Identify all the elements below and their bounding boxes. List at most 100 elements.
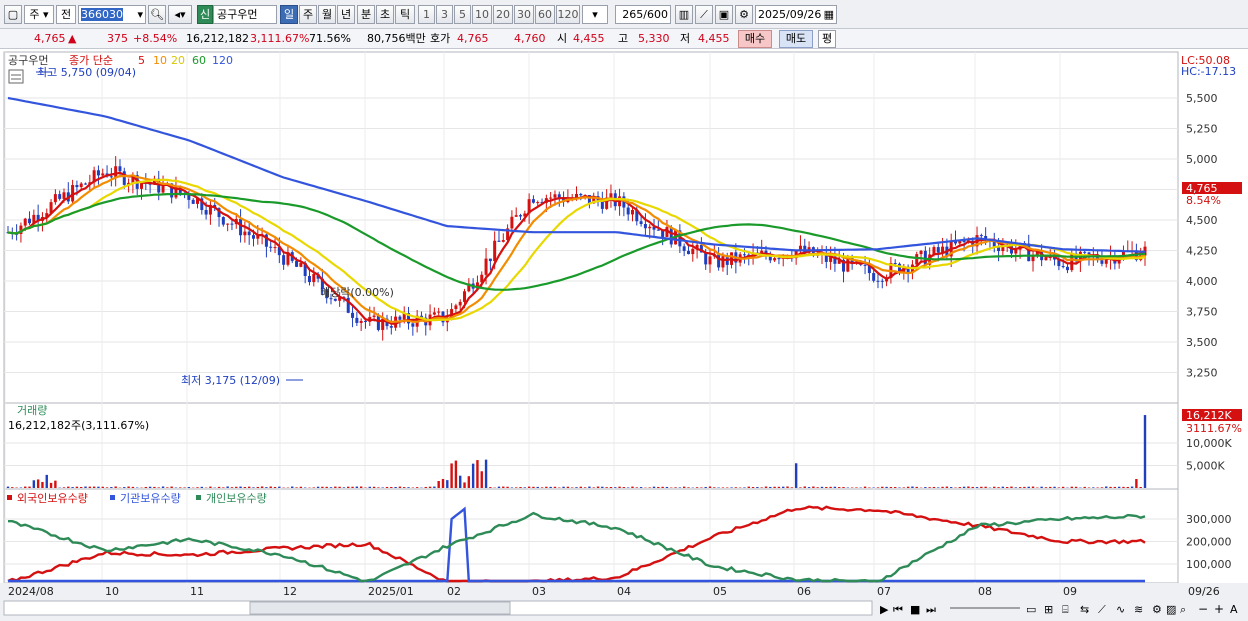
trend-icon[interactable]: ⟋ <box>695 5 713 24</box>
search-icon[interactable]: 🔍︎ <box>148 5 166 24</box>
period-select[interactable]: 주 ▾ <box>24 5 54 24</box>
candle-body <box>58 194 62 199</box>
volume-bar <box>131 486 135 488</box>
volume-bar <box>480 471 483 488</box>
candle-body <box>79 183 83 188</box>
volume-bar <box>695 487 699 488</box>
stop-icon[interactable]: ■ <box>910 603 920 616</box>
volume-bar <box>984 486 987 488</box>
interval-20[interactable]: 20 <box>493 5 513 24</box>
amount-value: 80,756백만 <box>367 32 426 45</box>
line-icon[interactable]: ∿ <box>1116 603 1125 616</box>
forward-icon[interactable]: ⏭ <box>926 603 936 616</box>
volume-bar <box>217 486 221 488</box>
volume-bar <box>760 487 763 488</box>
x-tick: 02 <box>447 585 461 598</box>
candle-body <box>389 326 393 328</box>
candle-body <box>1061 266 1065 268</box>
interval-dropdown[interactable]: ▾ <box>582 5 608 24</box>
tab-tick[interactable]: 틱 <box>395 5 415 24</box>
scrollbar-thumb[interactable] <box>249 601 511 615</box>
volume-bar <box>97 486 100 488</box>
volume-bar <box>230 487 234 488</box>
volume-bar <box>291 486 294 488</box>
tab-second[interactable]: 초 <box>376 5 394 24</box>
volume-bar <box>398 486 402 488</box>
volume-bar <box>105 487 109 488</box>
high-value: 5,330 <box>638 32 670 45</box>
stock-chart[interactable]: 5,5005,2505,0004,7504,5004,2504,0003,750… <box>0 50 1248 621</box>
interval-3[interactable]: 3 <box>436 5 453 24</box>
zoom-out-icon[interactable]: − <box>1198 602 1208 616</box>
volume-bar <box>377 487 380 488</box>
x-tick: 11 <box>190 585 204 598</box>
speaker-icon[interactable]: ◂▾ <box>168 5 192 24</box>
tab-minute[interactable]: 분 <box>357 5 375 24</box>
volume-last-pct: 3111.67% <box>1186 422 1242 435</box>
compare-icon[interactable]: ⇆ <box>1080 603 1089 616</box>
settings-icon[interactable]: ⚙ <box>1152 603 1162 616</box>
volume-bar <box>260 486 264 488</box>
table-icon[interactable] <box>8 69 24 84</box>
fib-icon[interactable]: ≋ <box>1134 603 1143 616</box>
bid-price: 4,760 <box>514 32 546 45</box>
shapes-icon[interactable]: ▭ <box>1026 603 1036 616</box>
volume-last-text: 16,212K <box>1186 409 1232 422</box>
volume-bar <box>876 487 880 488</box>
volume-bar <box>1031 486 1035 488</box>
auto-icon[interactable]: A <box>1230 603 1238 616</box>
volume-bar <box>484 459 488 488</box>
interval-60[interactable]: 60 <box>535 5 555 24</box>
interval-5[interactable]: 5 <box>454 5 471 24</box>
volume-bar <box>803 486 806 488</box>
volume-bar <box>226 486 229 488</box>
average-button[interactable]: 평 <box>818 30 836 48</box>
save-icon[interactable]: ▣ <box>715 5 733 24</box>
volume-bar <box>510 487 514 488</box>
zoom-in-icon[interactable]: + <box>1214 602 1224 616</box>
candle-body <box>691 248 695 255</box>
date-field[interactable]: 2025/09/26 ▦ <box>755 5 837 24</box>
interval-30[interactable]: 30 <box>514 5 534 24</box>
candle-body <box>609 193 613 198</box>
count-field[interactable]: 265/600 <box>615 5 671 24</box>
interval-120[interactable]: 120 <box>556 5 580 24</box>
volume-bar <box>794 463 798 488</box>
rewind-icon[interactable]: ⏮ <box>893 603 903 616</box>
image-icon[interactable]: ▨ <box>1166 603 1176 616</box>
candle-body <box>333 298 337 301</box>
magnifier-icon[interactable]: ⌕ <box>1180 603 1186 616</box>
candle-body <box>191 199 195 204</box>
volume-bar <box>549 486 552 488</box>
volume-bar <box>1061 486 1065 488</box>
tab-day[interactable]: 일 <box>280 5 298 24</box>
chart-icon[interactable]: ⌸ <box>1062 603 1069 616</box>
candle-body <box>643 224 647 229</box>
volume-bar <box>540 487 544 488</box>
volume-bar <box>614 487 617 488</box>
volume-bar <box>441 478 445 488</box>
interval-1[interactable]: 1 <box>418 5 435 24</box>
play-icon[interactable]: ▶ <box>880 603 889 616</box>
gear-icon[interactable]: ⚙ <box>735 5 753 24</box>
volume-ratio: 3,111.67% <box>250 32 310 45</box>
volume-bar <box>924 487 927 488</box>
interval-10[interactable]: 10 <box>472 5 492 24</box>
volume-bar <box>11 487 14 488</box>
candle-body <box>553 194 557 198</box>
grid-icon[interactable]: ⊞ <box>1044 603 1053 616</box>
prev-button[interactable]: 전 <box>56 5 76 24</box>
window-icon[interactable]: ▢ <box>4 5 22 24</box>
volume-bar <box>661 486 664 488</box>
volume-bar <box>1100 487 1104 488</box>
candle-body <box>686 250 690 255</box>
candle-icon[interactable]: ▥ <box>675 5 693 24</box>
stock-code-input[interactable]: 366030 ▾ <box>78 5 146 24</box>
tab-month[interactable]: 월 <box>318 5 336 24</box>
tab-week[interactable]: 주 <box>299 5 317 24</box>
candle-body <box>282 255 286 265</box>
tab-year[interactable]: 년 <box>337 5 355 24</box>
buy-button[interactable]: 매수 <box>738 30 772 48</box>
draw-icon[interactable]: ⟋ <box>1098 603 1106 616</box>
sell-button[interactable]: 매도 <box>779 30 813 48</box>
